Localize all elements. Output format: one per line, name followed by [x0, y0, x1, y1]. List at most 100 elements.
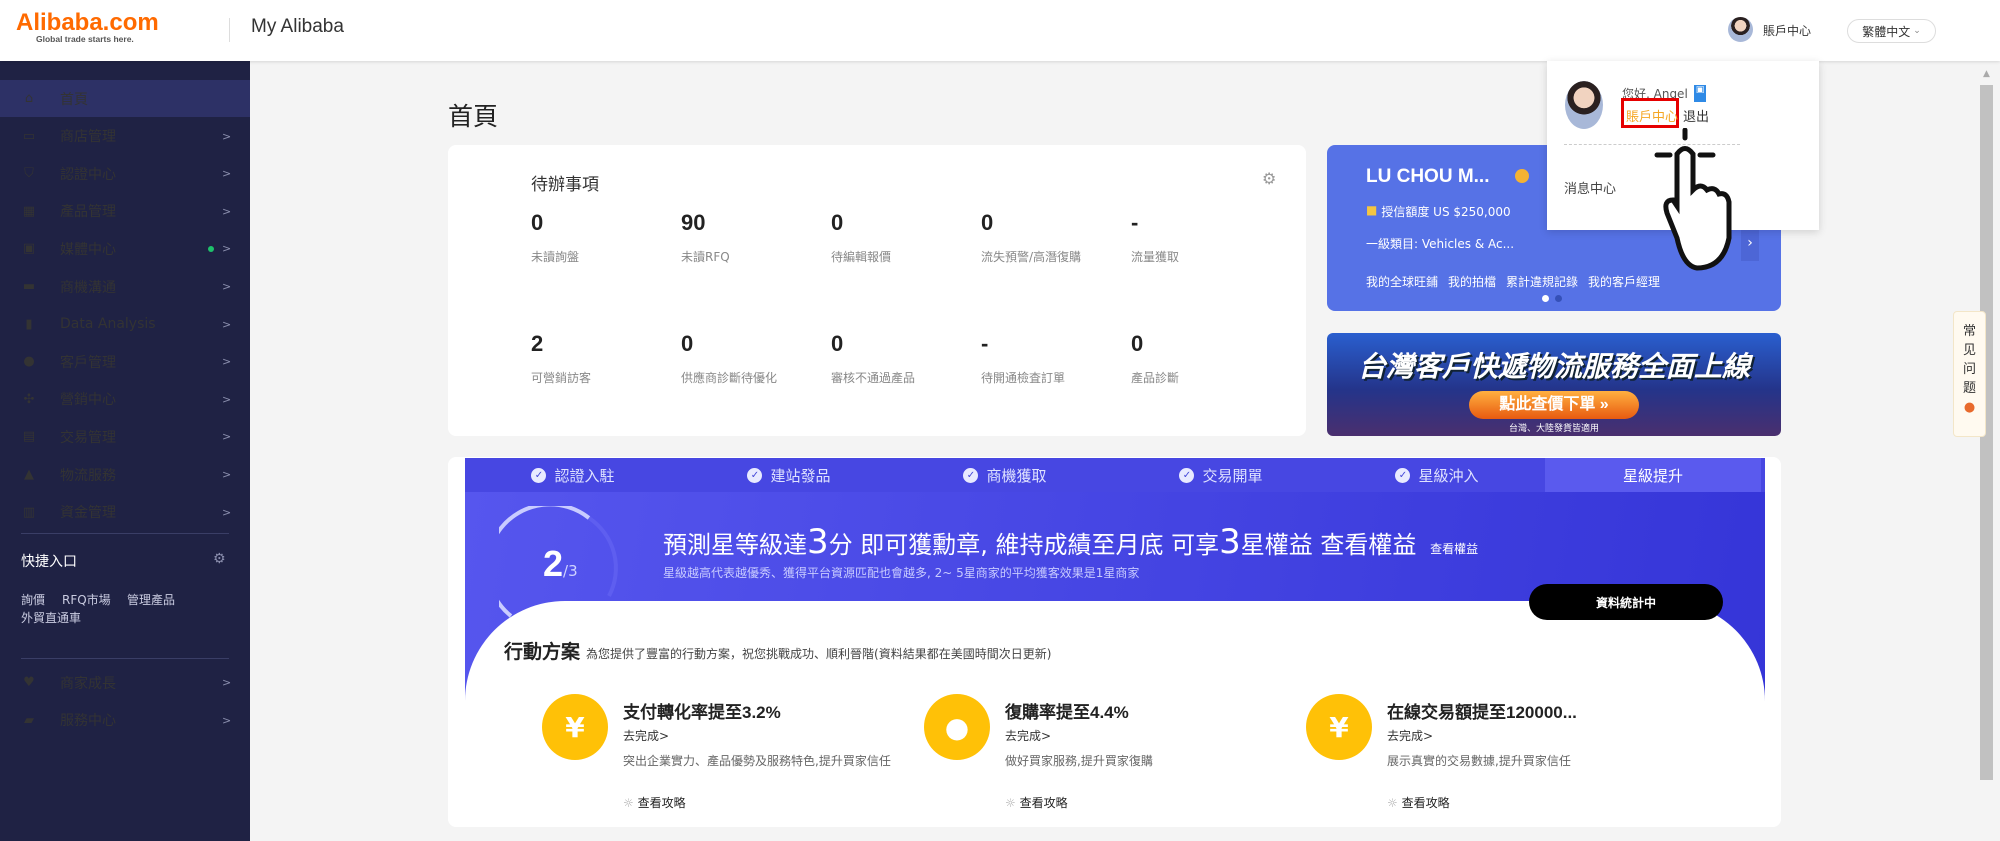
verified-id-icon: ▣ [1693, 85, 1707, 102]
sidebar-item-label: 資金管理 [60, 505, 116, 522]
star-banner: ✓ 認證入駐 ✓ 建站發品 ✓ 商機獲取 ✓ 交易開單 ✓ 星級沖入 星級提升 … [465, 458, 1765, 761]
todo-item[interactable]: 0 未讀詢盤 [531, 210, 579, 265]
buyer-icon: ● [924, 694, 990, 760]
sidebar-item[interactable]: ▲ 物流服務 > [0, 456, 250, 493]
progress-step[interactable]: ✓ 建站發品 [681, 458, 897, 492]
action-go-link[interactable]: 去完成> [1387, 727, 1657, 744]
language-value: 繁體中文 [1862, 24, 1911, 39]
progress-step[interactable]: ✓ 商機獲取 [897, 458, 1113, 492]
faq-avatar-icon: ● [1963, 400, 1976, 415]
headline-score: 3 [807, 522, 829, 562]
sidebar-item[interactable]: ✣ 營銷中心 > [0, 381, 250, 418]
action-description: 展示真實的交易數據,提升買家信任 [1387, 754, 1571, 768]
action-guide-link[interactable]: ☼ 查看攻略 [1005, 794, 1275, 811]
sidebar-item[interactable]: ▣ 媒體中心 > [0, 230, 250, 267]
todo-item[interactable]: 0 審核不通過產品 [831, 331, 915, 386]
sidebar-item-label: 物流服務 [60, 467, 116, 484]
user-avatar[interactable] [1728, 17, 1753, 42]
chevron-right-icon: > [222, 468, 232, 481]
action-go-link[interactable]: 去完成> [1005, 727, 1275, 744]
company-category: 一級類目: Vehicles & Ac... [1366, 237, 1515, 251]
carousel-dot-active[interactable] [1542, 295, 1549, 302]
score-total: /3 [563, 562, 578, 580]
link-my-partner[interactable]: 我的拍檔 [1448, 273, 1496, 290]
sidebar-item[interactable]: ♥ 商家成長 > [0, 664, 250, 701]
todo-item[interactable]: 0 供應商診斷待優化 [681, 331, 777, 386]
account-center-link[interactable]: 賬戶中心 [1763, 22, 1811, 39]
sidebar-item[interactable]: ▬ 商機溝通 > [0, 268, 250, 305]
sidebar-item[interactable]: ▦ 產品管理 > [0, 193, 250, 230]
faq-tab[interactable]: 常见问题 ● [1953, 311, 1986, 437]
todo-item[interactable]: 2 可營銷訪客 [531, 331, 591, 386]
sidebar-item[interactable]: ⌂ 首頁 [0, 80, 250, 117]
sidebar-item[interactable]: ▰ 服務中心 > [0, 702, 250, 739]
sidebar-item-label: Data Analysis [60, 316, 156, 333]
score-value: 2 [543, 543, 564, 584]
language-select[interactable]: 繁體中文 ⌄ [1847, 19, 1936, 43]
sidebar-item[interactable]: ● 客戶管理 > [0, 343, 250, 380]
sidebar-item[interactable]: ▮ Data Analysis > [0, 306, 250, 343]
todo-item[interactable]: - 待開通檢査訂單 [981, 331, 1065, 386]
todo-item[interactable]: - 流量獲取 [1131, 210, 1179, 265]
progress-step[interactable]: ✓ 交易開單 [1113, 458, 1329, 492]
chevron-right-icon: > [222, 505, 232, 519]
link-global-store[interactable]: 我的全球旺鋪 [1366, 273, 1438, 290]
progress-step[interactable]: ✓ 星級沖入 [1329, 458, 1545, 492]
progress-step[interactable]: ✓ 認證入駐 [465, 458, 681, 492]
sidebar-item[interactable]: ▤ 交易管理 > [0, 418, 250, 455]
quick-link[interactable]: 外貿直通車 [21, 609, 81, 626]
lightbulb-icon: ☼ [623, 796, 638, 810]
message-center-link[interactable]: 消息中心 [1564, 178, 1616, 197]
alibaba-logo[interactable]: Alibaba.com Global trade starts here. [16, 11, 159, 45]
scrollbar-track[interactable]: ▲ [1978, 61, 1995, 841]
chevron-right-icon: > [222, 392, 232, 406]
todo-count: 0 [831, 331, 844, 356]
todo-count: 0 [681, 331, 694, 356]
logistics-banner[interactable]: 台灣客戶快遞物流服務全面上線 點此查價下單 » 台灣、大陸發貨皆適用 [1327, 333, 1781, 436]
chevron-right-icon: > [222, 317, 232, 331]
dropdown-account-center[interactable]: 賬戶中心 [1626, 106, 1678, 125]
link-violations[interactable]: 累計違規記錄 [1506, 273, 1578, 290]
lightbulb-icon: ☼ [1387, 796, 1402, 810]
sidebar-item[interactable]: ▭ 商店管理 > [0, 118, 250, 155]
quick-access-title: 快捷入口 [21, 554, 77, 570]
clipboard-icon: ▤ [22, 429, 36, 445]
app-title[interactable]: My Alibaba [251, 16, 344, 38]
scroll-up-icon[interactable]: ▲ [1978, 69, 1995, 79]
chevron-right-icon: > [222, 129, 232, 143]
banner-headline: 台灣客戶快遞物流服務全面上線 [1357, 351, 1750, 382]
banner-button[interactable]: 點此查價下單 » [1469, 391, 1639, 419]
step-label: 星級提升 [1622, 466, 1683, 485]
score: 2/3 [543, 543, 578, 585]
company-name[interactable]: LU CHOU M... [1366, 166, 1490, 188]
data-status-button[interactable]: 資料統計中 [1529, 584, 1723, 620]
logout-link[interactable]: 退出 [1683, 106, 1709, 125]
action-guide-link[interactable]: ☼ 查看攻略 [623, 794, 893, 811]
carousel-dot[interactable] [1555, 295, 1562, 302]
hand-pointer-icon [1654, 128, 1732, 271]
check-circle-icon: ✓ [531, 467, 547, 483]
chevron-right-icon: > [222, 204, 232, 218]
action-guide-link[interactable]: ☼ 查看攻略 [1387, 794, 1657, 811]
sidebar-item[interactable]: ⛉ 認證中心 > [0, 155, 250, 192]
gear-icon[interactable]: ⚙ [1262, 169, 1276, 188]
chevron-right-icon: > [222, 713, 232, 727]
todo-item[interactable]: 0 流失預警/高潛復購 [981, 210, 1081, 265]
todo-item[interactable]: 0 產品診斷 [1131, 331, 1179, 386]
check-circle-icon: ✓ [1179, 467, 1195, 483]
page-title: 首頁 [448, 102, 499, 131]
quick-link[interactable]: 詢價 [21, 591, 45, 608]
top-header: Alibaba.com Global trade starts here. My… [0, 0, 2000, 61]
todo-label: 未讀RFQ [681, 250, 730, 264]
action-go-link[interactable]: 去完成> [623, 727, 893, 744]
progress-step[interactable]: 星級提升 [1545, 458, 1761, 492]
quick-link[interactable]: RFQ市場 [62, 591, 111, 608]
sidebar-item[interactable]: ▥ 資金管理 > [0, 494, 250, 531]
sidebar-divider [21, 533, 229, 534]
view-benefits-link[interactable]: 查看權益 [1430, 542, 1478, 556]
quick-settings-gear-icon[interactable]: ⚙ [213, 551, 226, 567]
todo-item[interactable]: 90 未讀RFQ [681, 210, 730, 265]
todo-item[interactable]: 0 待編輯報價 [831, 210, 891, 265]
action-title: 支付轉化率提至3.2% [623, 703, 781, 722]
quick-link[interactable]: 管理產品 [127, 591, 175, 608]
